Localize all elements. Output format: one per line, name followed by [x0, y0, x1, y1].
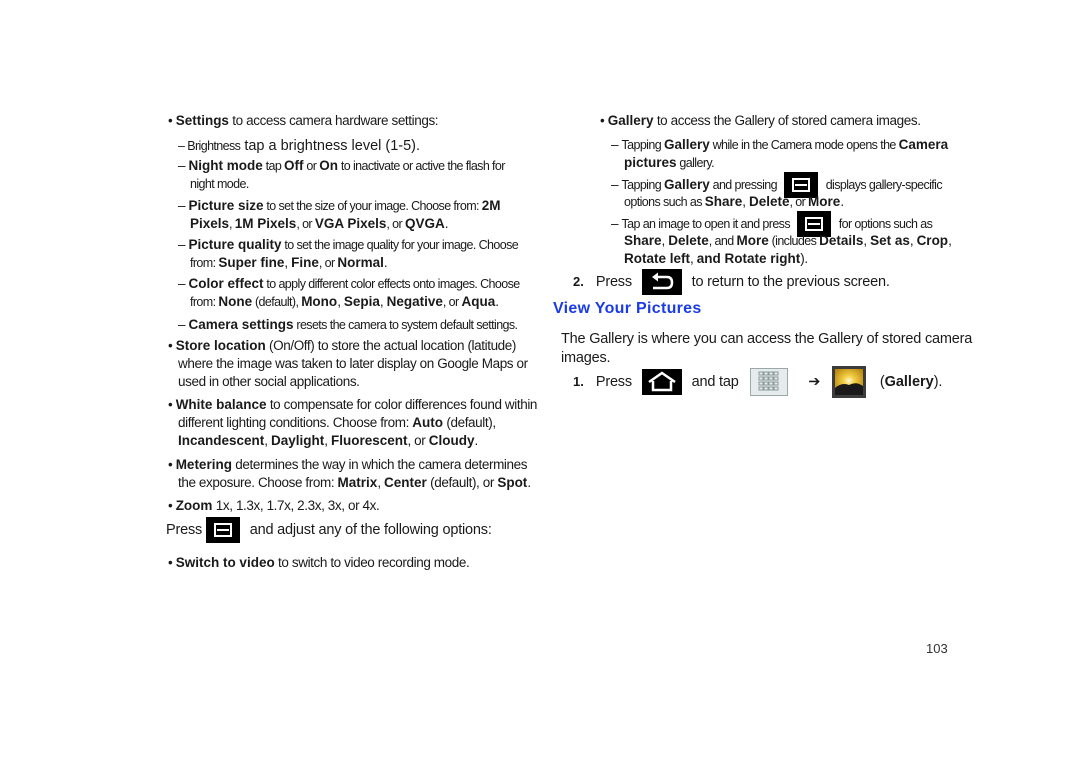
color-effect-item: – Color effect to apply different color … — [178, 276, 520, 291]
color-effect-line2: from: None (default), Mono, Sepia, Negat… — [190, 294, 499, 309]
store-location-line2: where the image was taken to later displ… — [178, 356, 528, 371]
arrow-icon: ➔ — [808, 374, 821, 390]
home-key-icon — [641, 369, 682, 396]
picture-quality-line2: from: Super fine, Fine, or Normal. — [190, 255, 388, 270]
tapping-gallery-item: – Tapping Gallery while in the Camera mo… — [611, 137, 949, 152]
tapping-gallery-line2: pictures gallery. — [624, 155, 715, 170]
picture-size-item: – Picture size to set the size of your i… — [178, 198, 501, 213]
metering-item: • Metering determines the way in which t… — [168, 457, 528, 472]
settings-item: • Settings to access camera hardware set… — [168, 113, 439, 128]
tap-image-line2: Share, Delete, and More (includes Detail… — [624, 233, 952, 248]
camera-settings-item: – Camera settings resets the camera to s… — [178, 317, 518, 332]
gallery-item: • Gallery to access the Gallery of store… — [600, 113, 921, 128]
tap-image-line3: Rotate left, and Rotate right). — [624, 251, 808, 266]
page-number: 103 — [926, 641, 948, 656]
section-heading: View Your Pictures — [553, 300, 702, 317]
night-mode-item: – Night mode tap Off or On to inactivate… — [178, 158, 505, 173]
menu-key-icon — [205, 517, 240, 544]
white-balance-line3: Incandescent, Daylight, Fluorescent, or … — [178, 433, 478, 448]
switch-video-item: • Switch to video to switch to video rec… — [168, 555, 470, 570]
white-balance-item: • White balance to compensate for color … — [168, 397, 538, 412]
store-location-item: • Store location (On/Off) to store the a… — [168, 338, 516, 353]
gallery-app-icon — [832, 366, 867, 399]
store-location-line3: used in other social applications. — [178, 374, 360, 389]
white-balance-line2: different lighting conditions. Choose fr… — [178, 415, 496, 430]
intro-line1: The Gallery is where you can access the … — [561, 331, 973, 347]
picture-quality-item: – Picture quality to set the image quali… — [178, 237, 519, 252]
step-1: 1. Press and tap ➔ (Gallery). — [573, 365, 942, 399]
step-2: 2. Press to return to the previous screen… — [573, 268, 890, 296]
night-mode-line2: night mode. — [190, 177, 249, 191]
zoom-item: • Zoom 1x, 1.3x, 1.7x, 2.3x, 3x, or 4x. — [168, 498, 380, 513]
picture-size-line2: Pixels, 1M Pixels, or VGA Pixels, or QVG… — [190, 216, 449, 231]
back-key-icon — [641, 269, 682, 296]
metering-line2: the exposure. Choose from: Matrix, Cente… — [178, 475, 531, 490]
applications-icon — [750, 368, 789, 397]
brightness-item: – Brightness tap a brightness level (1-5… — [178, 138, 421, 154]
press-menu-line: Press and adjust any of the following op… — [166, 516, 492, 544]
tapping-gallery-menu-line2: options such as Share, Delete, or More. — [624, 194, 844, 209]
